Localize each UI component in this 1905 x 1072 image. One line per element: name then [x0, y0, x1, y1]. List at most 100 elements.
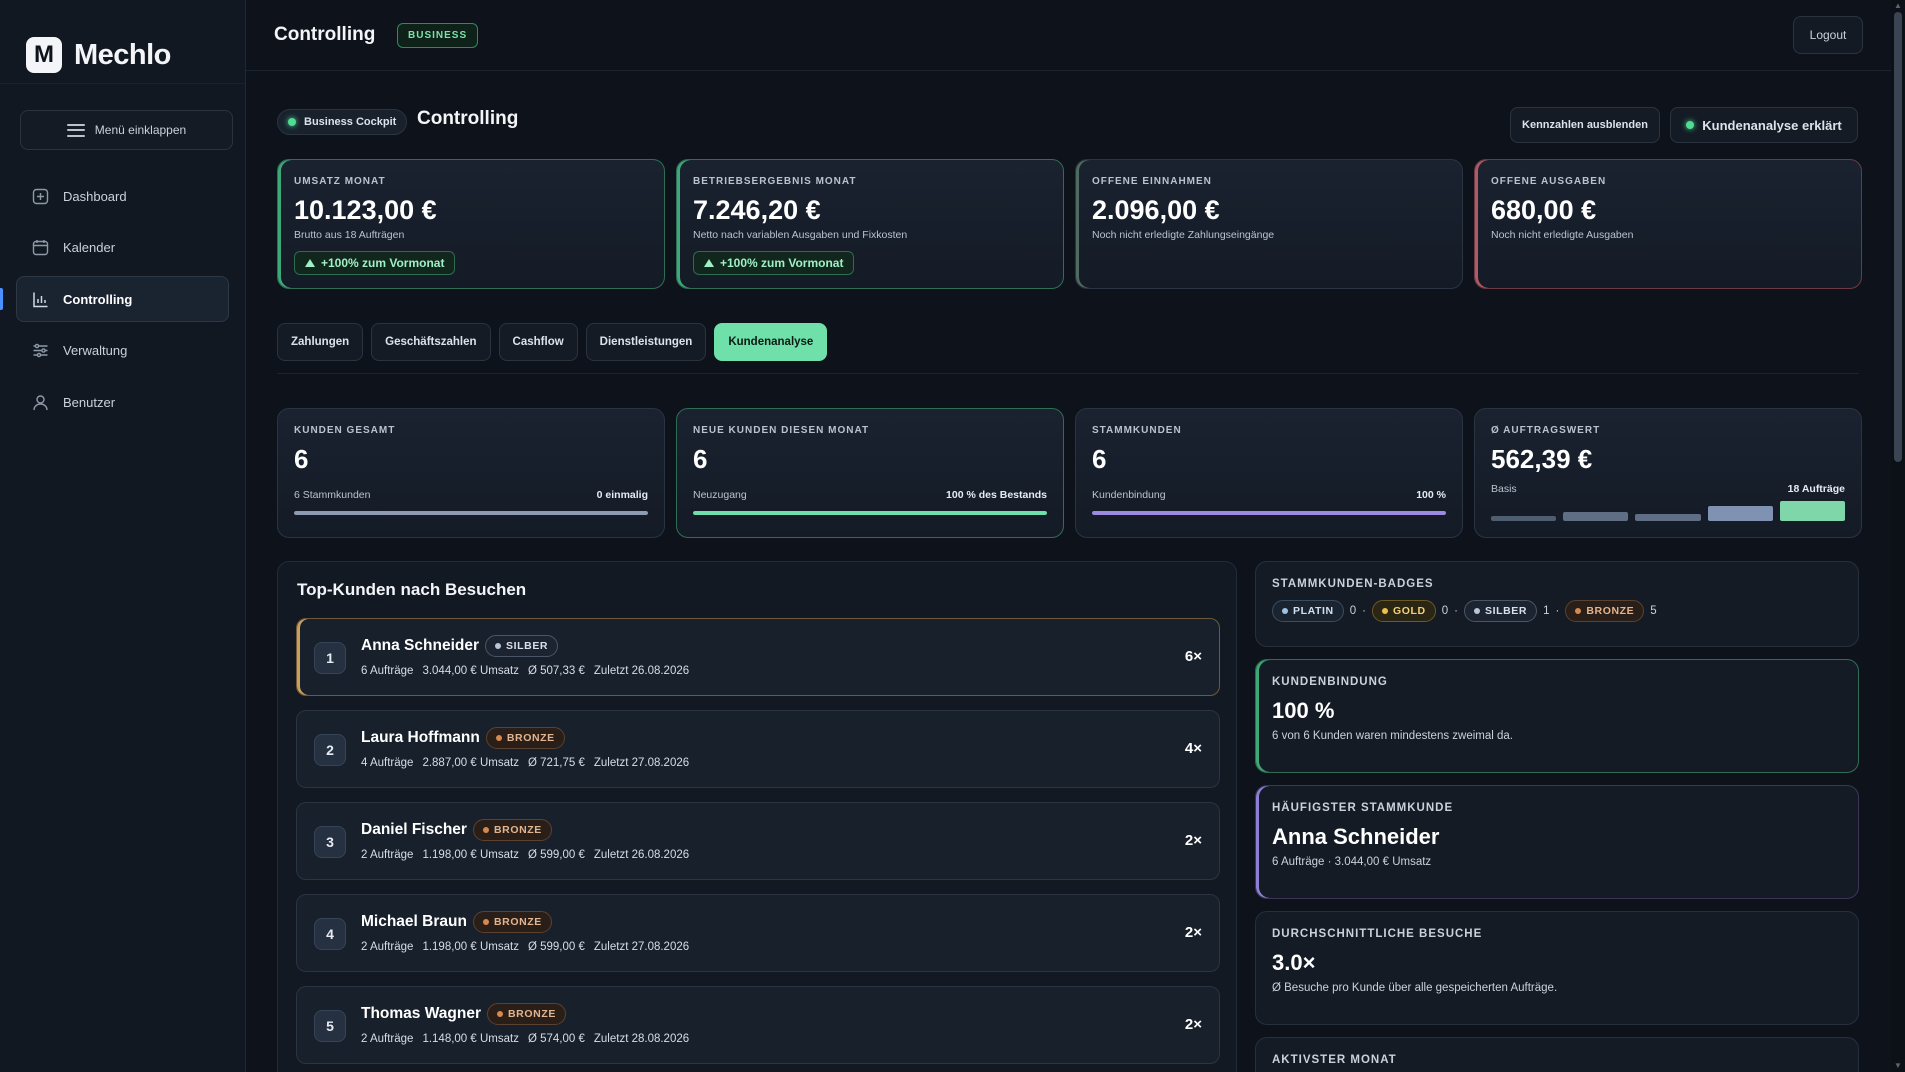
logout-button[interactable]: Logout: [1793, 16, 1863, 54]
customer-row[interactable]: 4 Michael Braun BRONZE 2 Aufträge 1.198,…: [296, 894, 1220, 972]
scrollbar-thumb[interactable]: [1894, 12, 1902, 462]
customer-row[interactable]: 1 Anna Schneider SILBER 6 Aufträge 3.044…: [296, 618, 1220, 696]
stat-left-text: 6 Stammkunden: [294, 489, 371, 501]
tier-label: GOLD: [1393, 605, 1426, 617]
card-value: 3.0×: [1272, 950, 1316, 975]
revenue: 1.198,00 € Umsatz: [422, 849, 519, 861]
sidebar-item-label: Kalender: [63, 240, 116, 255]
order-count: 2 Aufträge: [361, 941, 414, 953]
sidebar-nav: Dashboard Kalender Controlling Verwaltun…: [16, 173, 229, 431]
sidebar-item-label: Controlling: [63, 291, 133, 307]
scroll-down-icon[interactable]: ▼: [1894, 1062, 1902, 1070]
average-order: Ø 721,75 €: [527, 757, 585, 769]
customer-row[interactable]: 2 Laura Hoffmann BRONZE 4 Aufträge 2.887…: [296, 710, 1220, 788]
scroll-up-icon[interactable]: ▲: [1894, 2, 1902, 10]
stat-value: 6: [693, 444, 708, 474]
stat-right-text: 0 einmalig: [596, 489, 648, 501]
average-order: Ø 599,00 €: [527, 941, 585, 953]
tab-geschaeftszahlen[interactable]: Geschäftszahlen: [371, 323, 491, 361]
sidebar: M Mechlo Menü einklappen Dashboard Kalen…: [0, 0, 246, 1072]
tier-dot-icon: [495, 735, 502, 741]
revenue: 1.148,00 € Umsatz: [422, 1033, 519, 1045]
card-value: 100 %: [1272, 698, 1335, 723]
sidebar-item-verwaltung[interactable]: Verwaltung: [16, 328, 229, 374]
rank-number: 5: [314, 1010, 346, 1042]
stat-row: 6 Stammkunden 0 einmalig: [294, 489, 648, 501]
sidebar-item-kalender[interactable]: Kalender: [16, 225, 229, 271]
scrollbar[interactable]: ▲ ▼: [1891, 0, 1905, 1072]
tier-count: 0: [1349, 605, 1357, 617]
card-subtitle: 6 Aufträge · 3.044,00 € Umsatz: [1272, 856, 1432, 868]
trend-label: +100% zum Vormonat: [321, 256, 445, 270]
mini-bar: [1779, 501, 1846, 521]
revenue: 1.198,00 € Umsatz: [422, 941, 519, 953]
stat-right-text: 18 Aufträge: [1787, 483, 1845, 495]
status-dot-icon: [1686, 121, 1695, 129]
tier-badge: BRONZE: [472, 819, 552, 841]
tier-label: SILBER: [1484, 605, 1528, 617]
section-header: Business Cockpit Controlling Kennzahlen …: [277, 107, 1859, 143]
revenue: 2.887,00 € Umsatz: [422, 757, 519, 769]
card-title: STAMMKUNDEN-BADGES: [1272, 578, 1434, 590]
progress-fill: [1092, 511, 1446, 515]
customer-name-line: Michael Braun BRONZE: [361, 911, 552, 933]
customer-analysis-explained-button[interactable]: Kundenanalyse erklärt: [1670, 107, 1858, 143]
sidebar-item-label: Dashboard: [63, 188, 127, 204]
card-title: AKTIVSTER MONAT: [1272, 1054, 1397, 1066]
kpi-value: 7.246,20 €: [693, 195, 821, 225]
rank-number: 2: [314, 734, 346, 766]
customer-meta: 2 Aufträge 1.198,00 € Umsatz Ø 599,00 € …: [361, 849, 689, 861]
kpi-value: 2.096,00 €: [1092, 195, 1220, 225]
kpi-subtitle: Noch nicht erledigte Ausgaben: [1491, 229, 1634, 241]
tab-zahlungen[interactable]: Zahlungen: [277, 323, 364, 361]
kpi-label: UMSATZ MONAT: [294, 176, 386, 187]
order-count: 4 Aufträge: [361, 757, 414, 769]
order-count: 2 Aufträge: [361, 1033, 414, 1045]
top-bar: Controlling BUSINESS Logout: [246, 0, 1905, 71]
mini-bar: [1491, 516, 1557, 521]
customer-meta: 2 Aufträge 1.148,00 € Umsatz Ø 574,00 € …: [361, 1033, 689, 1045]
revenue: 3.044,00 € Umsatz: [422, 665, 519, 677]
stat-label: Ø AUFTRAGSWERT: [1491, 425, 1601, 436]
brand[interactable]: M Mechlo: [0, 0, 245, 84]
separator: ·: [1362, 605, 1366, 617]
customer-meta: 4 Aufträge 2.887,00 € Umsatz Ø 721,75 € …: [361, 757, 689, 769]
stat-card-avg-order-value: Ø AUFTRAGSWERT 562,39 € Basis 18 Aufträg…: [1474, 408, 1862, 538]
customer-name: Thomas Wagner: [361, 1005, 481, 1022]
kpi-card-open-income: OFFENE EINNAHMEN 2.096,00 € Noch nicht e…: [1075, 159, 1463, 289]
regular-badges-card: STAMMKUNDEN-BADGES PLATIN 0 · GOLD 0 · SILBER 1…: [1255, 561, 1859, 647]
stat-right-text: 100 % des Bestands: [946, 489, 1047, 501]
tier-dot-icon: [1575, 608, 1582, 614]
average-order: Ø 599,00 €: [527, 849, 585, 861]
stat-value: 562,39 €: [1491, 444, 1593, 474]
hide-kpis-button[interactable]: Kennzahlen ausblenden: [1510, 107, 1660, 143]
card-title: HÄUFIGSTER STAMMKUNDE: [1272, 802, 1454, 814]
card-title: DURCHSCHNITTLICHE BESUCHE: [1272, 928, 1483, 940]
kpi-value: 10.123,00 €: [294, 195, 437, 225]
mini-bar: [1707, 506, 1773, 521]
sidebar-item-label: Verwaltung: [63, 343, 128, 358]
tab-kundenanalyse[interactable]: Kundenanalyse: [714, 323, 828, 361]
rank-number: 3: [314, 826, 346, 858]
tier-label: PLATIN: [1293, 605, 1334, 617]
sidebar-item-benutzer[interactable]: Benutzer: [16, 379, 229, 425]
rank-number: 4: [314, 918, 346, 950]
tier-badge-platin: PLATIN: [1272, 600, 1344, 622]
plus-square-icon: [31, 187, 49, 205]
panel-title: Top-Kunden nach Besuchen: [297, 580, 527, 599]
customer-name: Michael Braun: [361, 913, 467, 930]
last-visit: Zuletzt 28.08.2026: [593, 1033, 690, 1045]
visit-count: 2×: [1184, 1016, 1202, 1033]
tab-cashflow[interactable]: Cashflow: [498, 323, 578, 361]
sliders-icon: [31, 342, 49, 360]
tier-label: BRONZE: [508, 1008, 556, 1020]
tab-dienstleistungen[interactable]: Dienstleistungen: [585, 323, 707, 361]
sidebar-item-dashboard[interactable]: Dashboard: [16, 173, 229, 219]
brand-logo: M: [26, 37, 62, 73]
sidebar-item-controlling[interactable]: Controlling: [16, 276, 229, 322]
tier-badge-gold: GOLD: [1372, 600, 1436, 622]
customer-row[interactable]: 5 Thomas Wagner BRONZE 2 Aufträge 1.148,…: [296, 986, 1220, 1064]
tier-dot-icon: [482, 919, 489, 925]
collapse-menu-button[interactable]: Menü einklappen: [20, 110, 233, 150]
customer-row[interactable]: 3 Daniel Fischer BRONZE 2 Aufträge 1.198…: [296, 802, 1220, 880]
